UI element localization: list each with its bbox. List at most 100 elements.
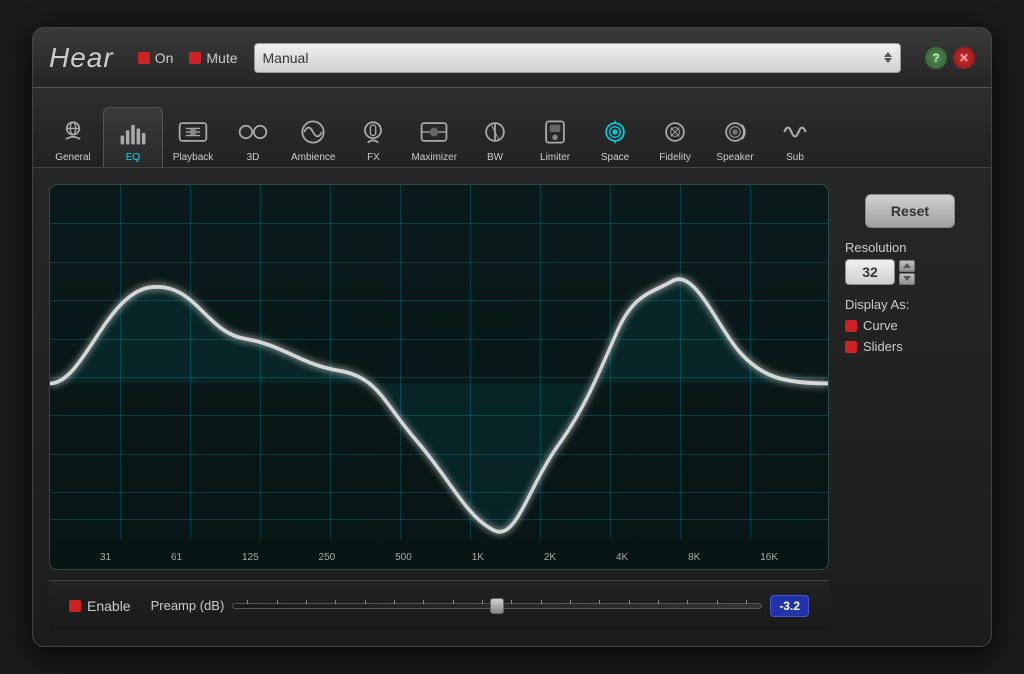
bottom-controls: Enable Preamp (dB) bbox=[49, 580, 829, 630]
freq-500: 500 bbox=[395, 552, 412, 563]
tick-5 bbox=[365, 600, 366, 604]
playback-icon bbox=[175, 114, 211, 150]
enable-button[interactable]: Enable bbox=[69, 598, 131, 614]
freq-250: 250 bbox=[319, 552, 336, 563]
tab-general-label: General bbox=[55, 152, 91, 163]
tab-general[interactable]: General bbox=[43, 108, 103, 167]
preamp-slider[interactable] bbox=[232, 603, 762, 609]
limiter-icon bbox=[537, 114, 573, 150]
help-button[interactable]: ? bbox=[925, 47, 947, 69]
tab-ambience[interactable]: Ambience bbox=[283, 108, 343, 167]
preamp-label: Preamp (dB) bbox=[151, 598, 225, 613]
tab-limiter[interactable]: Limiter bbox=[525, 108, 585, 167]
resolution-control: 32 bbox=[845, 259, 975, 285]
freq-4k: 4K bbox=[616, 552, 628, 563]
spinner-up-icon bbox=[903, 263, 911, 268]
speaker-icon bbox=[717, 114, 753, 150]
on-label: On bbox=[155, 50, 174, 66]
tick-16 bbox=[687, 600, 688, 604]
display-as-label: Display As: bbox=[845, 297, 975, 312]
arrow-up-icon bbox=[884, 52, 892, 57]
tab-fidelity-label: Fidelity bbox=[659, 152, 691, 163]
fidelity-icon bbox=[657, 114, 693, 150]
tab-maximizer[interactable]: Maximizer bbox=[403, 108, 465, 167]
tab-sub-label: Sub bbox=[786, 152, 804, 163]
resolution-label: Resolution bbox=[845, 240, 975, 255]
tick-14 bbox=[629, 600, 630, 604]
tab-sub[interactable]: Sub bbox=[765, 108, 825, 167]
tab-3d[interactable]: 3D bbox=[223, 108, 283, 167]
sliders-label: Sliders bbox=[863, 339, 903, 354]
tab-speaker[interactable]: Speaker bbox=[705, 108, 765, 167]
tab-fx-label: FX bbox=[367, 152, 380, 163]
freq-8k: 8K bbox=[688, 552, 700, 563]
tick-15 bbox=[658, 600, 659, 604]
mute-button[interactable]: Mute bbox=[189, 50, 237, 66]
ambience-icon bbox=[295, 114, 331, 150]
eq-icon bbox=[115, 114, 151, 150]
bw-icon bbox=[477, 114, 513, 150]
tab-playback[interactable]: Playback bbox=[163, 108, 223, 167]
tab-ambience-label: Ambience bbox=[291, 152, 335, 163]
freq-61: 61 bbox=[171, 552, 182, 563]
resolution-value: 32 bbox=[845, 259, 895, 285]
sub-icon bbox=[777, 114, 813, 150]
close-button[interactable]: ✕ bbox=[953, 47, 975, 69]
main-content: 31 61 125 250 500 1K 2K 4K 8K 16K Enable bbox=[33, 168, 991, 646]
slider-thumb[interactable] bbox=[490, 598, 504, 614]
tab-bw-label: BW bbox=[487, 152, 503, 163]
tick-4 bbox=[335, 600, 336, 604]
tick-1 bbox=[247, 600, 248, 604]
tick-6 bbox=[394, 600, 395, 604]
freq-labels: 31 61 125 250 500 1K 2K 4K 8K 16K bbox=[50, 552, 828, 563]
tick-9 bbox=[482, 600, 483, 604]
reset-button[interactable]: Reset bbox=[865, 194, 955, 228]
tab-bw[interactable]: BW bbox=[465, 108, 525, 167]
preset-dropdown[interactable]: Manual bbox=[254, 43, 901, 73]
resolution-up-button[interactable] bbox=[899, 260, 915, 272]
tick-7 bbox=[423, 600, 424, 604]
enable-label: Enable bbox=[87, 598, 131, 614]
right-panel: Reset Resolution 32 Display A bbox=[845, 184, 975, 630]
curve-option[interactable]: Curve bbox=[845, 318, 975, 333]
tick-13 bbox=[599, 600, 600, 604]
tick-11 bbox=[541, 600, 542, 604]
tick-10 bbox=[511, 600, 512, 604]
tab-fidelity[interactable]: Fidelity bbox=[645, 108, 705, 167]
space-icon bbox=[597, 114, 633, 150]
fx-icon bbox=[355, 114, 391, 150]
resolution-section: Resolution 32 bbox=[845, 240, 975, 285]
on-indicator bbox=[138, 52, 150, 64]
tab-bar: General EQ bbox=[33, 88, 991, 168]
maximizer-icon bbox=[416, 114, 452, 150]
tab-maximizer-label: Maximizer bbox=[411, 152, 457, 163]
mute-label: Mute bbox=[206, 50, 237, 66]
tab-limiter-label: Limiter bbox=[540, 152, 570, 163]
display-as-section: Display As: Curve Sliders bbox=[845, 297, 975, 354]
tab-eq[interactable]: EQ bbox=[103, 107, 163, 167]
eq-graph[interactable]: 31 61 125 250 500 1K 2K 4K 8K 16K bbox=[49, 184, 829, 570]
tab-space[interactable]: Space bbox=[585, 108, 645, 167]
dropdown-arrows bbox=[884, 52, 892, 63]
freq-125: 125 bbox=[242, 552, 259, 563]
on-button[interactable]: On bbox=[138, 50, 174, 66]
tick-12 bbox=[570, 600, 571, 604]
tick-17 bbox=[717, 600, 718, 604]
resolution-down-button[interactable] bbox=[899, 273, 915, 285]
tick-3 bbox=[306, 600, 307, 604]
tab-fx[interactable]: FX bbox=[343, 108, 403, 167]
preamp-container: Preamp (dB) bbox=[151, 595, 809, 617]
sliders-option[interactable]: Sliders bbox=[845, 339, 975, 354]
general-icon bbox=[55, 114, 91, 150]
tick-8 bbox=[453, 600, 454, 604]
tab-speaker-label: Speaker bbox=[716, 152, 753, 163]
freq-1k: 1K bbox=[472, 552, 484, 563]
freq-31: 31 bbox=[100, 552, 111, 563]
preamp-value: -3.2 bbox=[770, 595, 809, 617]
eq-curve-svg bbox=[50, 185, 828, 569]
curve-radio bbox=[845, 320, 857, 332]
eq-section: 31 61 125 250 500 1K 2K 4K 8K 16K Enable bbox=[49, 184, 829, 630]
window-buttons: ? ✕ bbox=[925, 47, 975, 69]
app-window: Hear On Mute Manual ? ✕ bbox=[32, 27, 992, 647]
tick-18 bbox=[746, 600, 747, 604]
